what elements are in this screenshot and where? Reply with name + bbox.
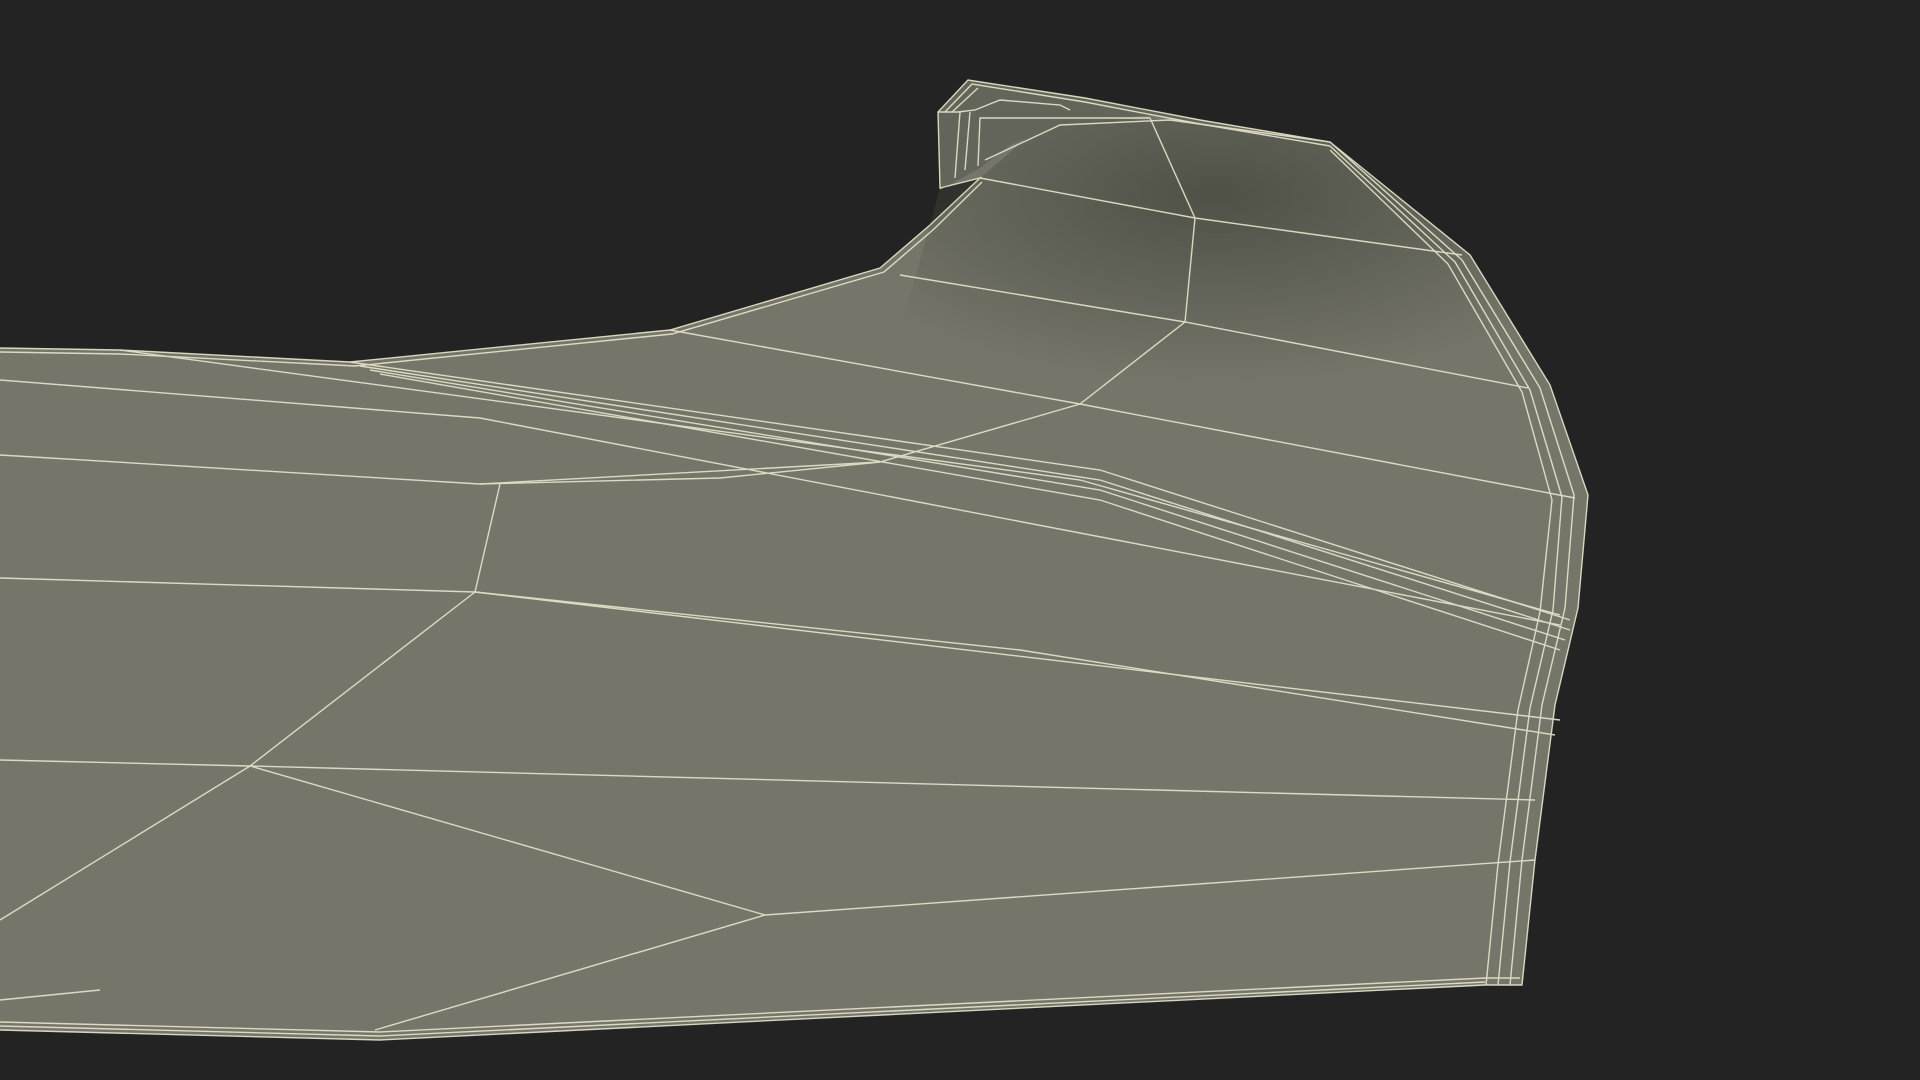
render-viewport [0,0,1920,1080]
wireframe-render [0,79,1589,1041]
